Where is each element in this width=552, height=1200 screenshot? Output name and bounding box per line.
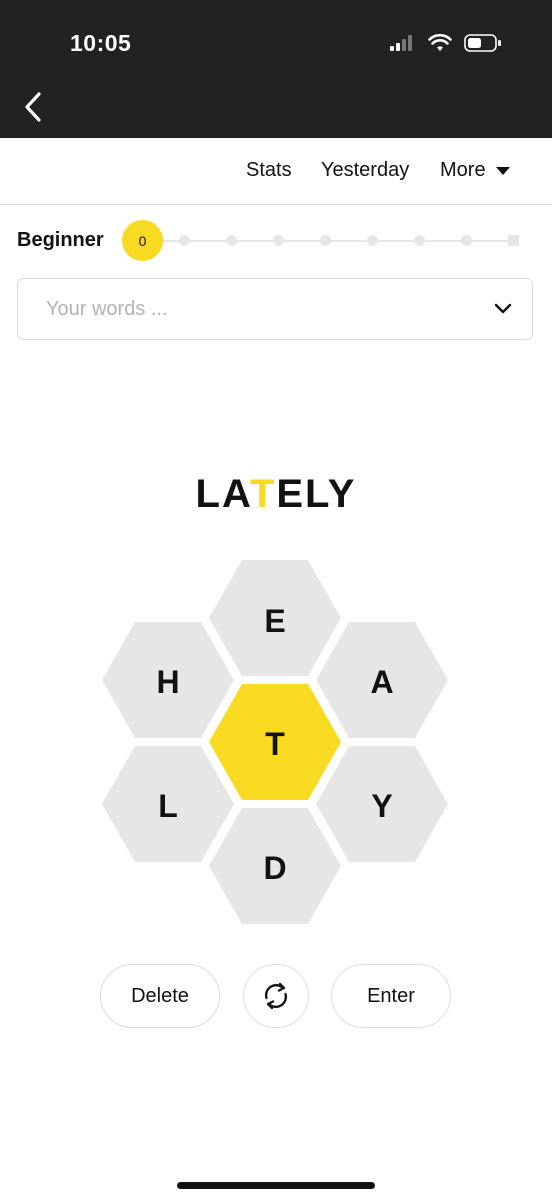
status-bar: 10:05: [0, 0, 552, 138]
home-indicator: [177, 1182, 375, 1189]
status-icons: [390, 34, 502, 52]
yesterday-link[interactable]: Yesterday: [321, 159, 409, 182]
delete-label: Delete: [131, 984, 189, 1007]
current-word-before: LA: [195, 472, 250, 516]
hive-cell-center[interactable]: T: [209, 684, 341, 800]
hive-letter-lower-left: L: [158, 788, 178, 824]
wifi-icon: [428, 34, 452, 51]
progress-level-dot: [179, 235, 190, 246]
battery-icon: [464, 34, 501, 52]
progress-level-dot: [320, 235, 331, 246]
hive-letter-top: E: [264, 603, 285, 639]
shuffle-icon: [264, 982, 288, 1010]
hive-cell-upper-left[interactable]: H: [102, 622, 234, 738]
hive-cell-lower-left[interactable]: L: [102, 746, 234, 862]
hive-cell-upper-right[interactable]: A: [316, 622, 448, 738]
more-menu[interactable]: More: [440, 159, 510, 182]
more-label: More: [440, 159, 486, 181]
caret-down-icon: [495, 166, 510, 175]
hive-cell-top[interactable]: E: [209, 560, 341, 676]
signal-icon: [390, 35, 412, 51]
enter-label: Enter: [367, 984, 415, 1007]
score-value: 0: [138, 232, 147, 249]
progress-level-dot: [367, 235, 378, 246]
progress-level-dot: [461, 235, 472, 246]
current-word-after: ELY: [276, 472, 357, 516]
hive-letter-upper-left: H: [156, 664, 179, 700]
hive-letter-bottom: D: [263, 850, 286, 886]
delete-button[interactable]: Delete: [100, 964, 220, 1028]
current-word-center: T: [249, 472, 277, 516]
hive-letter-upper-right: A: [370, 664, 393, 700]
found-words-placeholder: Your words ...: [46, 298, 168, 320]
progress-level-dot: [414, 235, 425, 246]
controls: Delete Enter: [0, 964, 552, 1030]
progress-level-dot: [226, 235, 237, 246]
chevron-down-icon: [494, 303, 512, 314]
enter-button[interactable]: Enter: [331, 964, 451, 1028]
progress-level-final: [508, 235, 519, 246]
progress-bar: Beginner 0: [17, 220, 537, 262]
hive-letter-center: T: [265, 726, 285, 762]
hive-cell-lower-right[interactable]: Y: [316, 746, 448, 862]
rank-label: Beginner: [17, 229, 104, 251]
score-badge: 0: [122, 220, 163, 261]
shuffle-button[interactable]: [243, 964, 309, 1028]
stats-link[interactable]: Stats: [246, 159, 292, 182]
current-word: LATELY: [0, 472, 552, 517]
top-nav: Stats Yesterday More: [0, 138, 552, 205]
progress-level-dot: [273, 235, 284, 246]
status-time: 10:05: [70, 30, 132, 56]
found-words-dropdown[interactable]: Your words ...: [17, 278, 533, 340]
letter-hive: E H A T L Y D: [95, 552, 455, 932]
hive-cell-bottom[interactable]: D: [209, 808, 341, 924]
back-chevron-icon[interactable]: [22, 90, 46, 124]
hive-letter-lower-right: Y: [371, 788, 392, 824]
